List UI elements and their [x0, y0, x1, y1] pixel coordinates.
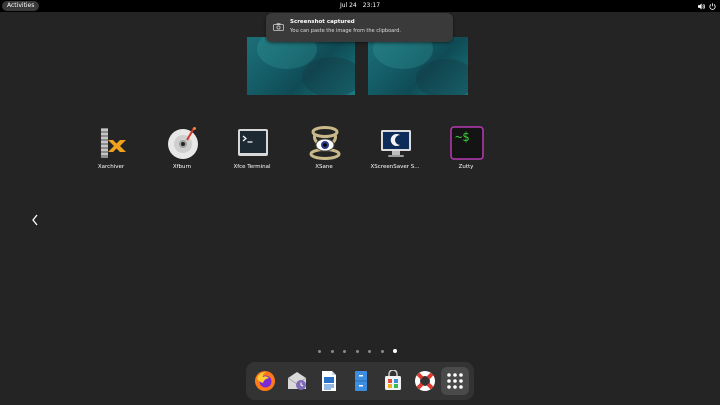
page-dot[interactable]	[355, 349, 359, 353]
document-writer-icon	[322, 371, 336, 391]
app-label: XSane	[315, 164, 333, 170]
app-label: Xfburn	[172, 164, 192, 170]
app-label: Zutty	[458, 164, 474, 170]
app-xfce-terminal[interactable]: Xfce Terminal	[218, 126, 286, 176]
clock-date: Jul 24	[339, 2, 357, 9]
desktop-overview: Activities Jul 24 23:17 Screenshot captu…	[0, 0, 720, 405]
workspace-thumbnail-1[interactable]	[247, 37, 355, 95]
app-xscreensaver[interactable]: XScreenSaver S...	[361, 126, 429, 176]
app-xarchiver[interactable]: Xarchiver	[77, 126, 145, 176]
app-label: XScreenSaver S...	[370, 164, 420, 170]
clock[interactable]: Jul 24 23:17	[0, 0, 720, 12]
screenshot-notification[interactable]: Screenshot captured You can paste the im…	[266, 13, 453, 42]
dash-file-manager[interactable]	[347, 367, 375, 395]
dash-help[interactable]	[411, 367, 439, 395]
page-dot-active[interactable]	[393, 349, 397, 353]
app-label: Xfce Terminal	[233, 164, 271, 170]
app-xfburn[interactable]: Xfburn	[148, 126, 216, 176]
svg-text:~$: ~$	[455, 130, 469, 144]
wallpaper-shape	[302, 57, 355, 95]
activities-button[interactable]: Activities	[2, 1, 40, 11]
page-dot[interactable]	[330, 349, 334, 353]
page-indicator	[318, 348, 397, 354]
xscreensaver-icon	[381, 130, 411, 157]
dash-firefox[interactable]	[251, 367, 279, 395]
page-dot[interactable]	[318, 349, 321, 353]
file-cabinet-icon	[355, 371, 367, 391]
xarchiver-icon	[101, 128, 126, 158]
lifebuoy-icon	[415, 371, 435, 391]
clock-time: 23:17	[362, 2, 381, 9]
dash-writer[interactable]	[315, 367, 343, 395]
show-apps-button[interactable]	[441, 367, 469, 395]
system-menu[interactable]	[698, 2, 716, 10]
screenshot-icon	[273, 23, 284, 31]
zutty-icon: ~$	[450, 126, 484, 160]
software-bag-icon	[385, 370, 401, 390]
xfburn-icon	[168, 127, 198, 159]
page-dot[interactable]	[368, 349, 371, 353]
app-label: Xarchiver	[97, 164, 125, 170]
app-zutty[interactable]: ~$ Zutty	[432, 126, 500, 176]
app-xsane[interactable]: XSane	[290, 126, 358, 176]
notification-title: Screenshot captured	[290, 19, 355, 25]
page-dot[interactable]	[380, 349, 384, 353]
dash	[246, 362, 474, 400]
chevron-left-icon[interactable]	[31, 214, 39, 226]
app-grid-icon	[447, 373, 463, 389]
mail-clock-icon	[287, 372, 307, 390]
notification-body: You can paste the image from the clipboa…	[290, 28, 401, 34]
page-dot[interactable]	[343, 349, 346, 353]
top-bar: Activities Jul 24 23:17	[0, 0, 720, 12]
power-icon	[709, 2, 716, 10]
dash-software[interactable]	[379, 367, 407, 395]
dash-evolution[interactable]	[283, 367, 311, 395]
wallpaper-shape	[416, 59, 468, 95]
xsane-icon	[309, 126, 341, 160]
firefox-icon	[255, 371, 275, 391]
terminal-icon	[238, 129, 268, 156]
workspace-thumbnail-2[interactable]	[368, 37, 468, 95]
volume-icon	[698, 3, 705, 9]
